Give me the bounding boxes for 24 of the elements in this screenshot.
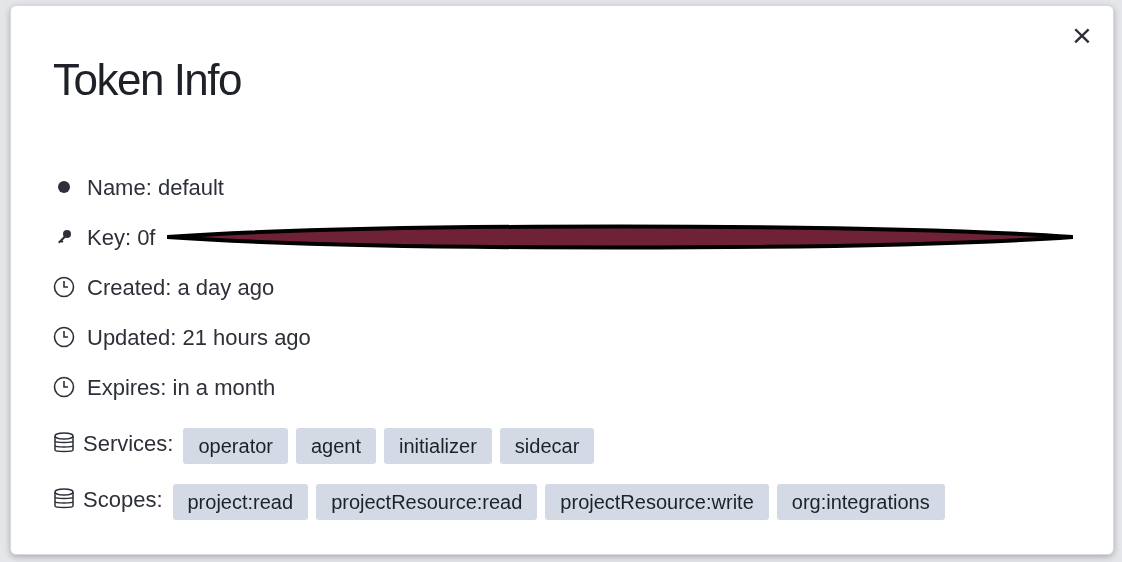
tag: initializer — [384, 428, 492, 464]
key-icon — [56, 229, 72, 245]
database-icon — [52, 431, 76, 455]
clock-icon — [53, 326, 75, 348]
clock-icon — [53, 276, 75, 298]
tag: project:read — [172, 484, 309, 520]
field-text: Expires: in a month — [87, 373, 276, 402]
group-label: Services: — [83, 429, 174, 458]
dialog-title: Token Info — [53, 58, 243, 102]
tag: org:integrations — [776, 484, 945, 520]
field-text: Name: default — [87, 173, 224, 202]
tag: projectResource:read — [316, 484, 538, 520]
field-text: Created: a day ago — [87, 273, 275, 302]
tag: agent — [296, 428, 377, 464]
clock-icon — [53, 376, 75, 398]
field-text: Updated: 21 hours ago — [87, 323, 311, 352]
database-icon — [52, 487, 76, 511]
group-label: Scopes: — [83, 485, 163, 514]
tag: projectResource:write — [545, 484, 769, 520]
tag: sidecar — [499, 428, 595, 464]
tag: operator — [183, 428, 288, 464]
bullet-icon — [57, 180, 71, 194]
field-text: Key: 0f — [87, 223, 156, 252]
close-button[interactable]: × — [1065, 18, 1099, 52]
